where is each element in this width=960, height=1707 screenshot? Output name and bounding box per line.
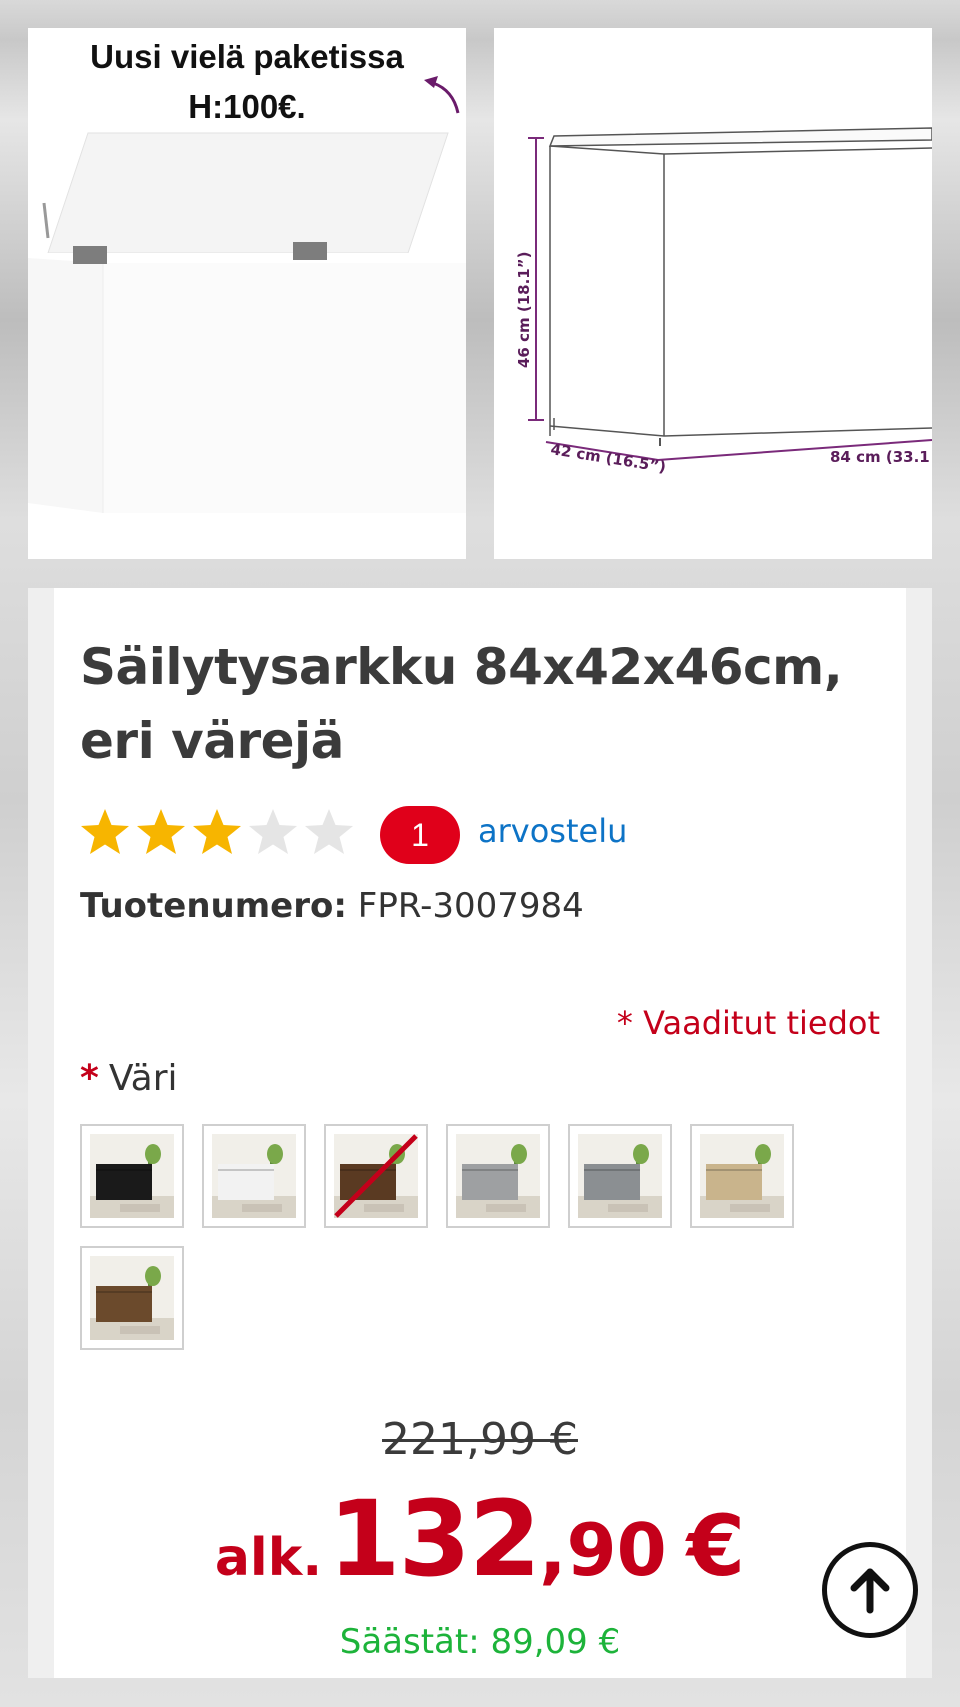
color-swatch-smoked-oak[interactable] bbox=[324, 1124, 428, 1228]
review-link[interactable]: arvostelu bbox=[478, 812, 627, 850]
swatch-thumbnail bbox=[700, 1134, 784, 1218]
star-filled-icon bbox=[81, 809, 129, 854]
current-price: alk.132,90 € bbox=[54, 1478, 906, 1600]
product-card: Säilytysarkku 84x42x46cm, eri värejä 1 a… bbox=[54, 588, 906, 1678]
scroll-to-top-button[interactable] bbox=[822, 1542, 918, 1638]
arrow-up-circle-icon bbox=[850, 1568, 890, 1614]
swatch-thumbnail bbox=[578, 1134, 662, 1218]
savings-amount: Säästät: 89,09 € bbox=[339, 1622, 621, 1662]
price-prefix: alk. bbox=[214, 1528, 323, 1588]
star-filled-icon bbox=[193, 809, 241, 854]
product-title-line-1: Säilytysarkku 84x42x46cm, bbox=[80, 638, 843, 696]
color-swatch-old-wood[interactable] bbox=[80, 1246, 184, 1350]
required-asterisk: * bbox=[80, 1058, 99, 1099]
color-label-text: Väri bbox=[108, 1058, 178, 1099]
review-count-badge[interactable]: 1 bbox=[380, 806, 460, 864]
product-image-dimensions[interactable]: 46 cm (18.1”) 42 cm (16.5”) 84 cm (33.1 bbox=[494, 28, 932, 559]
sku-value: FPR-3007984 bbox=[357, 886, 584, 926]
price-decimal: ,90 bbox=[539, 1508, 667, 1592]
swatch-thumbnail bbox=[334, 1134, 418, 1218]
color-swatch-concrete-grey[interactable] bbox=[446, 1124, 550, 1228]
depth-dimension-label: 42 cm (16.5”) bbox=[549, 440, 667, 476]
swatch-thumbnail bbox=[90, 1134, 174, 1218]
overlay-line-2: H:100€. bbox=[188, 88, 306, 125]
star-filled-icon bbox=[137, 809, 185, 854]
color-swatch-grey-sonoma[interactable] bbox=[568, 1124, 672, 1228]
price-currency: € bbox=[686, 1497, 746, 1595]
product-title-line-2: eri värejä bbox=[80, 712, 344, 770]
sku-label: Tuotenumero: bbox=[80, 886, 347, 926]
rating-stars[interactable] bbox=[78, 806, 356, 862]
color-swatch-sonoma-oak[interactable] bbox=[690, 1124, 794, 1228]
price-integer: 132 bbox=[328, 1478, 541, 1600]
swatch-thumbnail bbox=[212, 1134, 296, 1218]
color-swatch-black[interactable] bbox=[80, 1124, 184, 1228]
overlay-line-1: Uusi vielä paketissa bbox=[90, 38, 404, 75]
product-sku: Tuotenumero: FPR-3007984 bbox=[80, 886, 584, 926]
color-option-label: * Väri bbox=[80, 1058, 178, 1099]
height-dimension-label: 46 cm (18.1”) bbox=[515, 252, 533, 368]
image-overlay-note: Uusi vielä paketissa H:100€. bbox=[28, 32, 466, 132]
star-empty-icon bbox=[249, 809, 297, 854]
required-fields-note: * Vaaditut tiedot bbox=[616, 1004, 880, 1042]
width-dimension-label: 84 cm (33.1 bbox=[830, 448, 930, 466]
old-price: 221,99 € bbox=[382, 1414, 578, 1465]
product-title: Säilytysarkku 84x42x46cm, eri värejä bbox=[80, 630, 860, 778]
color-swatch-white[interactable] bbox=[202, 1124, 306, 1228]
swatch-thumbnail bbox=[456, 1134, 540, 1218]
star-empty-icon bbox=[305, 809, 353, 854]
product-image-main[interactable]: Uusi vielä paketissa H:100€. bbox=[28, 28, 466, 559]
dimension-drawing: 46 cm (18.1”) 42 cm (16.5”) 84 cm (33.1 bbox=[515, 127, 932, 476]
swatch-thumbnail bbox=[90, 1256, 174, 1340]
